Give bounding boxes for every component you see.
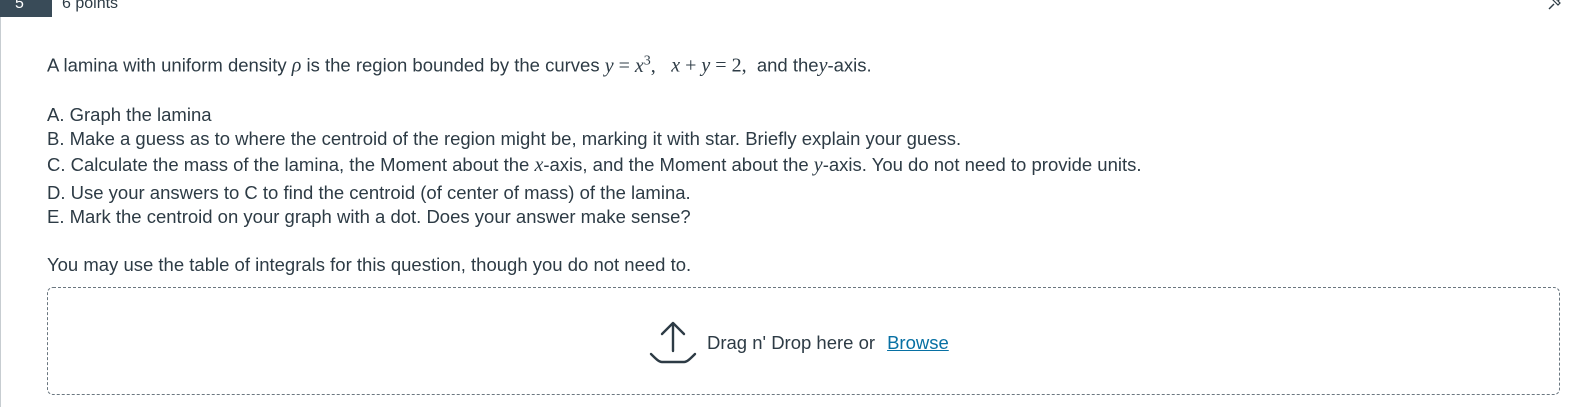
part-d: D. Use your answers to C to find the cen…	[47, 182, 691, 203]
part-c-text-2: -axis, and the Moment about the	[543, 154, 809, 175]
x-variable: x	[534, 154, 544, 176]
part-c-text-1: C. Calculate the mass of the lamina, the…	[47, 154, 530, 175]
question-number: 5	[15, 0, 24, 12]
part-a: A. Graph the lamina	[47, 104, 212, 125]
pin-icon[interactable]	[1546, 0, 1564, 12]
curve-equation-2: x + y = 2,	[671, 55, 746, 77]
curve-equation-1: y = x3,	[604, 53, 656, 77]
quiz-question-panel: 5 6 points A lamina with uniform density…	[0, 0, 1580, 407]
curve1-lhs: y	[604, 54, 614, 77]
upload-footer-text: …	[64, 399, 80, 407]
question-points: 6 points	[62, 0, 119, 12]
drop-instructions: Drag n' Drop here or	[707, 332, 876, 353]
drop-zone-content: Drag n' Drop here or Browse	[648, 318, 949, 368]
prompt-text-4: -axis.	[827, 54, 872, 76]
curve2-eq: =	[715, 54, 727, 77]
file-drop-zone[interactable]: Drag n' Drop here or Browse	[47, 287, 1560, 395]
curve2-x: x	[671, 54, 681, 77]
part-e: E. Mark the centroid on your graph with …	[47, 206, 691, 227]
curve2-value: 2,	[731, 54, 747, 77]
part-b: B. Make a guess as to where the centroid…	[47, 128, 962, 149]
question-number-badge: 5	[0, 0, 52, 17]
browse-link[interactable]: Browse	[887, 332, 949, 354]
part-c: C. Calculate the mass of the lamina, the…	[47, 153, 1142, 177]
upload-icon	[649, 321, 697, 364]
y-variable: y	[813, 154, 823, 176]
prompt-text-2: is the region bounded by the curves	[306, 54, 600, 76]
curve1-exponent: 3	[643, 53, 651, 68]
prompt-text-1: A lamina with uniform density	[47, 54, 287, 76]
question-prompt: A lamina with uniform density ρ is the r…	[47, 49, 872, 78]
curve1-eq: =	[618, 54, 630, 77]
prompt-text-3: and the	[756, 54, 819, 76]
left-border	[0, 0, 1, 407]
curve2-plus: +	[685, 54, 697, 77]
rho-symbol: ρ	[291, 54, 302, 77]
integral-table-note: You may use the table of integrals for t…	[47, 254, 692, 275]
curve2-y: y	[701, 54, 711, 77]
curve1-rhs: x	[634, 54, 644, 77]
part-c-text-3: -axis. You do not need to provide units.	[822, 154, 1142, 175]
